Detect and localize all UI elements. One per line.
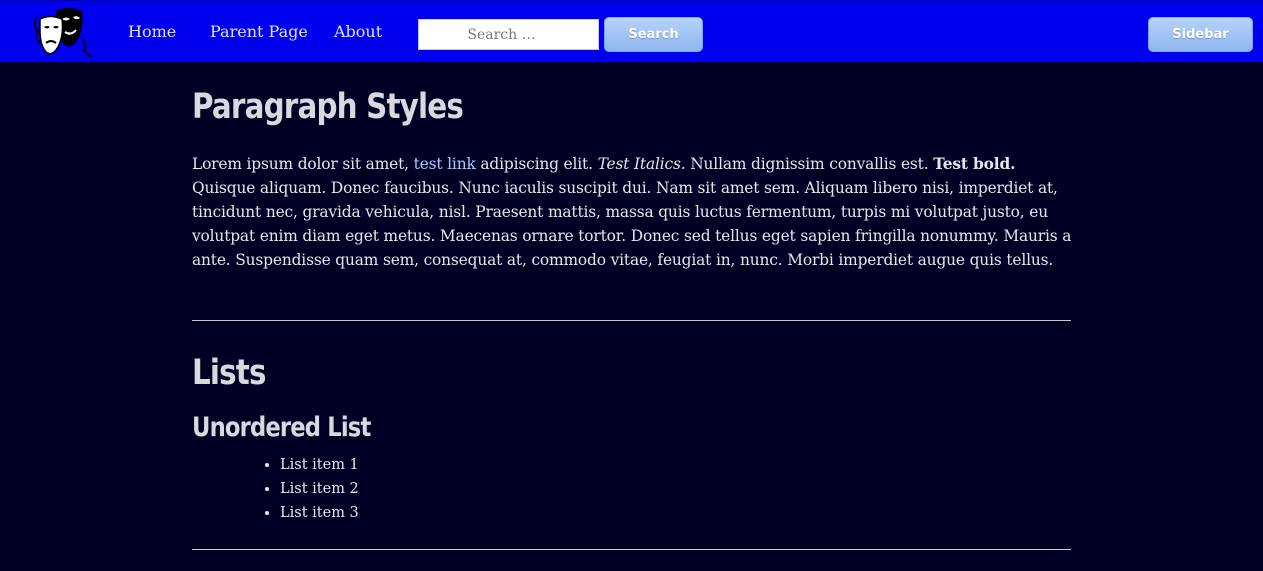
lists-heading: Lists [192, 353, 267, 393]
nav-link-about[interactable]: About [334, 21, 382, 43]
section-divider [192, 320, 1071, 321]
search-button[interactable]: Search [604, 17, 703, 52]
unordered-list: List item 1 List item 2 List item 3 [262, 453, 359, 525]
paragraph-text-4: Quisque aliquam. Donec faucibus. Nunc ia… [192, 179, 1072, 269]
paragraph-text-1: Lorem ipsum dolor sit amet, [192, 155, 414, 173]
sample-paragraph: Lorem ipsum dolor sit amet, test link ad… [192, 152, 1076, 272]
bold-text: Test bold. [933, 155, 1016, 173]
unordered-list-heading: Unordered List [192, 412, 371, 443]
section-divider [192, 549, 1071, 550]
theater-masks-icon[interactable] [32, 5, 92, 59]
sidebar-toggle-button[interactable]: Sidebar [1148, 17, 1253, 52]
test-link[interactable]: test link [414, 155, 476, 173]
italic-text: Test Italics. [597, 155, 686, 173]
paragraph-text-3: Nullam dignissim convallis est. [685, 155, 934, 173]
nav-link-home[interactable]: Home [128, 21, 176, 43]
nav-link-parent-page[interactable]: Parent Page [210, 21, 308, 43]
paragraph-text-2: adipiscing elit. [475, 155, 598, 173]
list-item: List item 3 [280, 501, 359, 525]
list-item: List item 1 [280, 453, 359, 477]
paragraph-styles-heading: Paragraph Styles [192, 87, 464, 127]
list-item: List item 2 [280, 477, 359, 501]
search-input[interactable] [418, 19, 599, 50]
top-navigation-bar: Home Parent Page About Search Sidebar [0, 0, 1263, 62]
